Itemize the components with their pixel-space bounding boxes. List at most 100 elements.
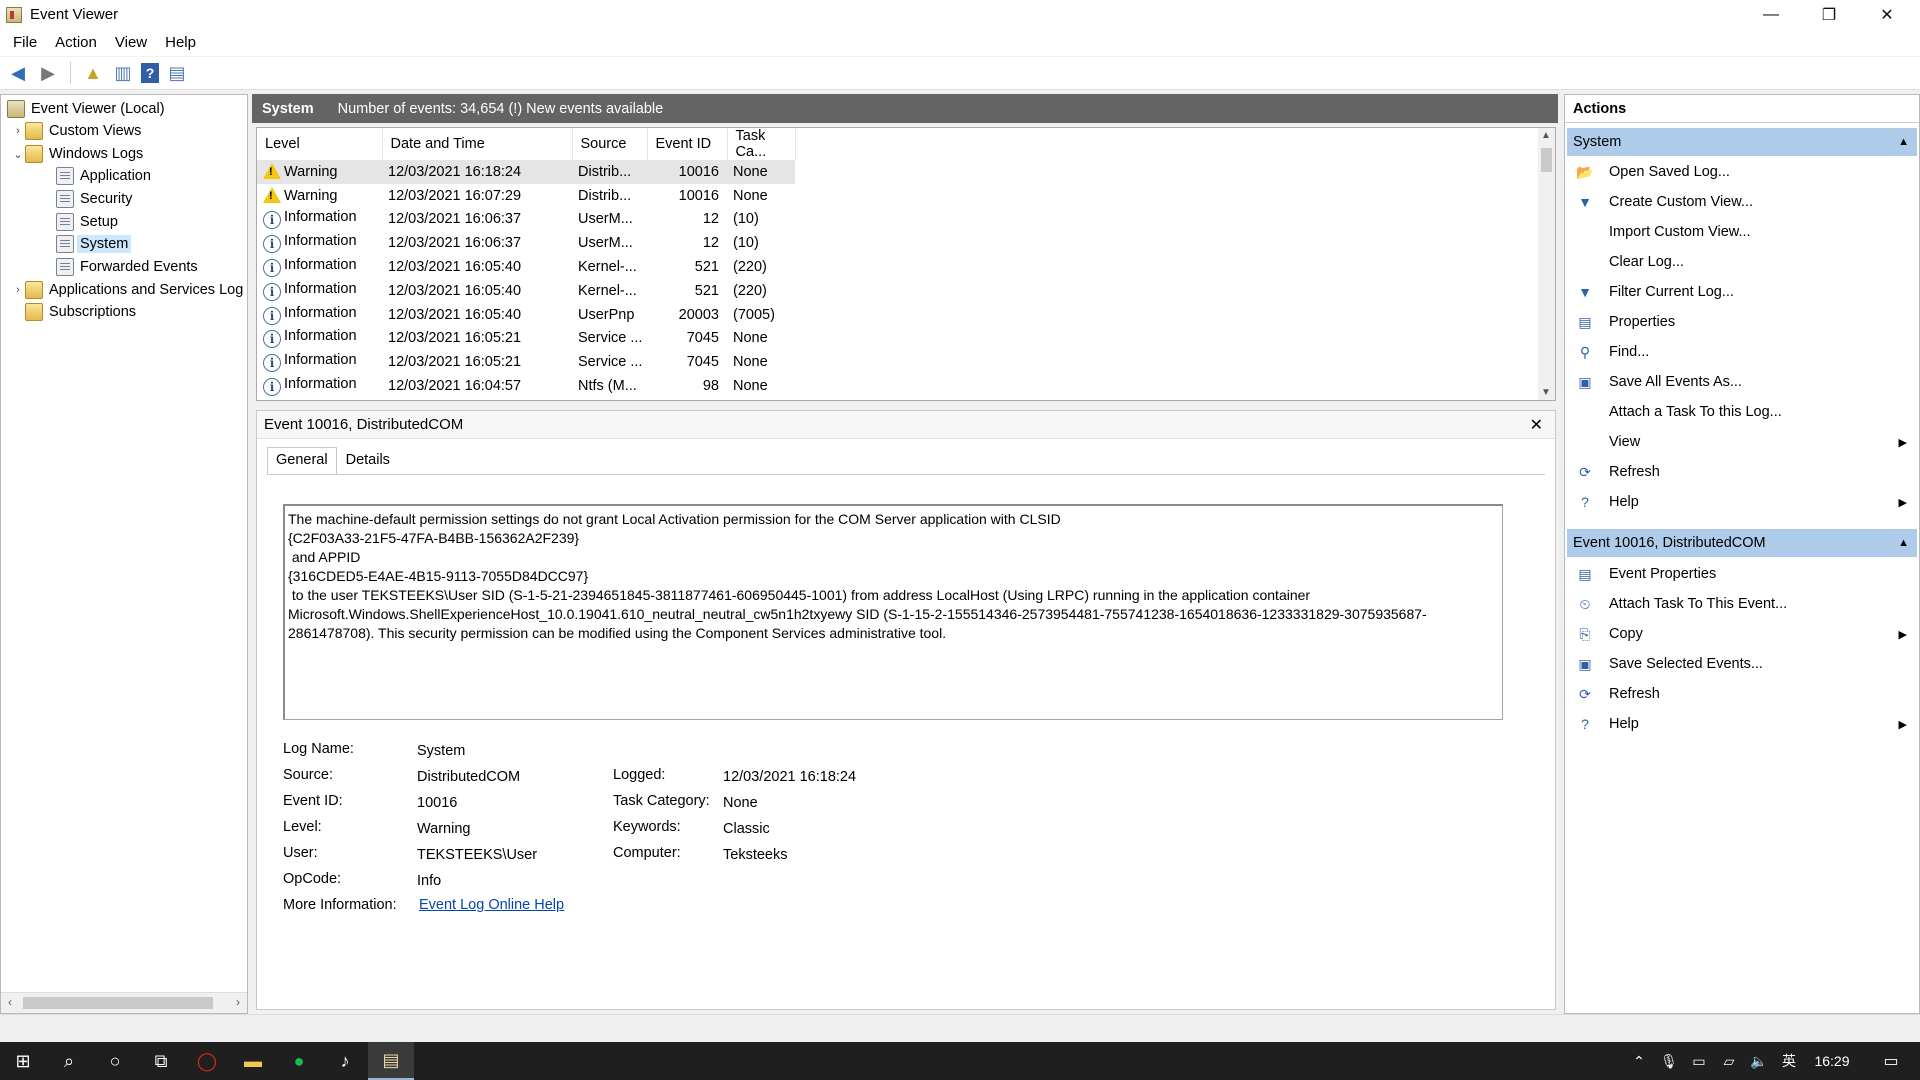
event-row[interactable]: Warning 12/03/2021 16:18:24Distrib...1001… — [257, 160, 795, 184]
column-header-task-category[interactable]: Task Ca... — [727, 128, 796, 160]
action-event-properties[interactable]: ▤ Event Properties — [1567, 559, 1917, 589]
tree-item-setup[interactable]: Setup — [56, 211, 118, 233]
event-row[interactable]: i Information 12/03/2021 16:05:21 Service .… — [257, 350, 795, 374]
event-row[interactable]: i Information 12/03/2021 16:05:21 Service .… — [257, 327, 795, 351]
cell-source: Distrib... — [578, 187, 632, 204]
column-header-date-time[interactable]: Date and Time — [382, 128, 573, 160]
event-row[interactable]: i Information 12/03/2021 16:06:37 UserM... 1… — [257, 231, 795, 255]
action-clear-log[interactable]: Clear Log... — [1567, 247, 1917, 277]
spotify-icon[interactable]: ● — [276, 1042, 322, 1080]
scroll-left-icon[interactable]: ‹ — [8, 995, 12, 1009]
scrollbar-thumb[interactable] — [1541, 148, 1552, 172]
event-log-online-help-link[interactable]: Event Log Online Help — [419, 897, 564, 913]
collapse-caret-icon[interactable]: ▲ — [1898, 537, 1909, 549]
tree-item-system[interactable]: System — [56, 233, 132, 255]
label-event-id: Event ID: — [283, 793, 343, 809]
action-copy[interactable]: ⎘ Copy ▶ — [1567, 619, 1917, 649]
clock[interactable]: 16:29 — [1806, 1042, 1858, 1080]
show-hidden-icons-chevron-icon[interactable]: ⌃ — [1626, 1042, 1652, 1080]
scroll-up-icon[interactable]: ▲ — [1541, 130, 1551, 141]
horizontal-scrollbar[interactable]: ‹ › — [1, 992, 247, 1013]
ime-indicator[interactable]: 英 — [1776, 1042, 1802, 1080]
cortana-circle-icon[interactable]: ○ — [92, 1042, 138, 1080]
message-line: and APPID — [288, 549, 361, 565]
task-view-icon[interactable]: ⧉ — [138, 1042, 184, 1080]
close-icon[interactable]: ✕ — [1530, 415, 1543, 435]
expand-chevron-icon[interactable]: › — [11, 284, 25, 296]
search-icon[interactable]: ⌕ — [46, 1042, 92, 1080]
column-header-level[interactable]: Level — [257, 128, 383, 160]
menu-help[interactable]: Help — [156, 34, 205, 51]
show-hide-action-pane-icon[interactable]: ▤ — [165, 61, 189, 85]
tree-item-subscriptions[interactable]: Subscriptions — [25, 301, 136, 323]
event-row[interactable]: i Information 12/03/2021 16:05:40 Kernel-..… — [257, 279, 795, 303]
action-view[interactable]: View ▶ — [1567, 427, 1917, 457]
help-icon[interactable]: ? — [141, 63, 159, 83]
action-attach-a-task-to-this-log[interactable]: Attach a Task To this Log... — [1567, 397, 1917, 427]
tree-item-windows-logs[interactable]: ⌄ Windows Logs — [11, 143, 143, 165]
event-row[interactable]: i Information 12/03/2021 16:05:40 UserPnp 20… — [257, 303, 795, 327]
tab-details[interactable]: Details — [337, 447, 399, 475]
tree-item-forwarded-events[interactable]: Forwarded Events — [56, 256, 198, 278]
tree-item-security[interactable]: Security — [56, 188, 132, 210]
menu-action[interactable]: Action — [46, 34, 106, 51]
notifications-icon[interactable]: ▭ — [1868, 1042, 1914, 1080]
action-open-saved-log[interactable]: 📂 Open Saved Log... — [1567, 157, 1917, 187]
action-import-custom-view[interactable]: Import Custom View... — [1567, 217, 1917, 247]
volume-icon[interactable]: 🔈 — [1746, 1042, 1772, 1080]
action-attach-task-to-this-event[interactable]: ⏲ Attach Task To This Event... — [1567, 589, 1917, 619]
opera-browser-icon[interactable]: ◯ — [184, 1042, 230, 1080]
column-header-event-id[interactable]: Event ID — [647, 128, 728, 160]
action-save-selected-events[interactable]: ▣ Save Selected Events... — [1567, 649, 1917, 679]
file-explorer-icon[interactable]: ▬ — [230, 1042, 276, 1080]
collapse-caret-icon[interactable]: ▲ — [1898, 136, 1909, 148]
back-arrow-icon[interactable]: ◀ — [6, 61, 30, 85]
action-filter-current-log[interactable]: ▼ Filter Current Log... — [1567, 277, 1917, 307]
up-folder-icon[interactable]: ▲ — [81, 61, 105, 85]
tree-item-applications-and-services-logs[interactable]: › Applications and Services Log — [11, 279, 247, 301]
restore-button[interactable]: ❐ — [1800, 0, 1858, 29]
actions-section-event[interactable]: Event 10016, DistributedCOM ▲ — [1567, 529, 1917, 557]
action-refresh[interactable]: ⟳ Refresh — [1567, 457, 1917, 487]
event-list-vertical-scrollbar[interactable]: ▲ ▼ — [1538, 128, 1555, 400]
music-app-icon[interactable]: ♪ — [322, 1042, 368, 1080]
column-header-source[interactable]: Source — [572, 128, 648, 160]
scrollbar-thumb[interactable] — [23, 997, 213, 1009]
event-row[interactable]: i Information 12/03/2021 16:04:57 Ntfs (M..… — [257, 374, 795, 398]
battery-icon[interactable]: ▭ — [1686, 1042, 1712, 1080]
menu-file[interactable]: File — [4, 34, 46, 51]
information-icon: i — [263, 211, 281, 230]
tree-item-application[interactable]: Application — [56, 165, 151, 187]
actions-section-system[interactable]: System ▲ — [1567, 128, 1917, 156]
tree-item-event-viewer-local[interactable]: Event Viewer (Local) — [7, 98, 165, 120]
tree-item-custom-views[interactable]: › Custom Views — [11, 120, 141, 142]
network-icon[interactable]: ▱ — [1716, 1042, 1742, 1080]
menu-view[interactable]: View — [106, 34, 156, 51]
event-row[interactable]: Warning 12/03/2021 16:07:29 Distrib... 1001… — [257, 184, 795, 208]
scroll-down-icon[interactable]: ▼ — [1541, 387, 1551, 398]
action-create-custom-view[interactable]: ▼ Create Custom View... — [1567, 187, 1917, 217]
event-row[interactable]: i Information 12/03/2021 16:05:40 Kernel-..… — [257, 255, 795, 279]
close-window-button[interactable]: ✕ — [1858, 0, 1916, 29]
show-hide-tree-icon[interactable]: ▥ — [111, 61, 135, 85]
tab-general[interactable]: General — [267, 447, 337, 475]
microphone-icon[interactable]: 🎙 — [1656, 1042, 1682, 1080]
action-label: Clear Log... — [1609, 254, 1684, 270]
action-help[interactable]: ? Help ▶ — [1567, 709, 1917, 739]
log-icon — [56, 235, 74, 253]
action-help[interactable]: ? Help ▶ — [1567, 487, 1917, 517]
action-refresh[interactable]: ⟳ Refresh — [1567, 679, 1917, 709]
collapse-chevron-icon[interactable]: ⌄ — [11, 148, 25, 161]
event-row[interactable]: i Information 12/03/2021 16:06:37 UserM... 1… — [257, 208, 795, 232]
action-properties[interactable]: ▤ Properties — [1567, 307, 1917, 337]
start-windows-icon[interactable]: ⊞ — [0, 1042, 46, 1080]
cell-task-category: None — [727, 160, 795, 184]
minimize-button[interactable]: — — [1742, 0, 1800, 29]
expand-chevron-icon[interactable]: › — [11, 125, 25, 137]
action-save-all-events-as[interactable]: ▣ Save All Events As... — [1567, 367, 1917, 397]
event-message-box[interactable]: The machine-default permission settings … — [283, 504, 1503, 720]
scroll-right-icon[interactable]: › — [236, 995, 240, 1009]
action-find[interactable]: ⚲ Find... — [1567, 337, 1917, 367]
forward-arrow-icon[interactable]: ▶ — [36, 61, 60, 85]
event-viewer-taskbar-icon[interactable]: ▤ — [368, 1042, 414, 1080]
